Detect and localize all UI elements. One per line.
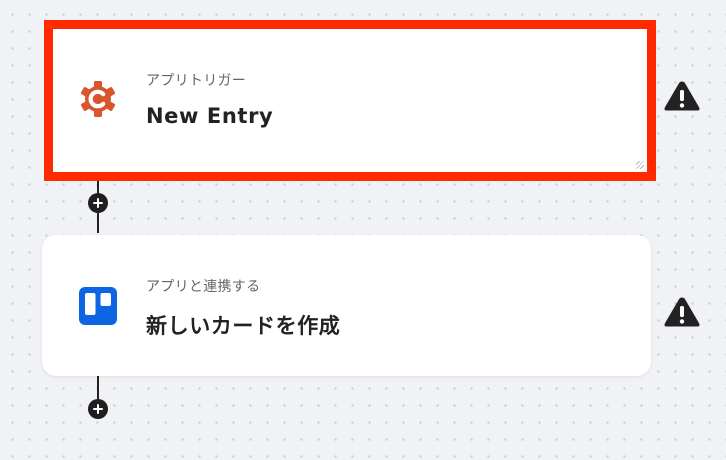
step-type-label: アプリトリガー: [146, 73, 247, 89]
trigger-step-card[interactable]: [53, 29, 647, 172]
step-type-label: アプリと連携する: [146, 279, 261, 295]
action-step-card[interactable]: [42, 235, 651, 376]
warning-icon[interactable]: [663, 295, 701, 333]
trello-icon: [79, 287, 117, 329]
add-step-button[interactable]: [88, 399, 108, 419]
add-step-button[interactable]: [88, 193, 108, 213]
warning-icon[interactable]: [663, 79, 701, 117]
cognito-forms-gear-icon: [79, 80, 117, 122]
step-title: 新しいカードを作成: [146, 314, 341, 338]
step-title: New Entry: [146, 104, 274, 128]
resize-handle[interactable]: [636, 161, 644, 169]
